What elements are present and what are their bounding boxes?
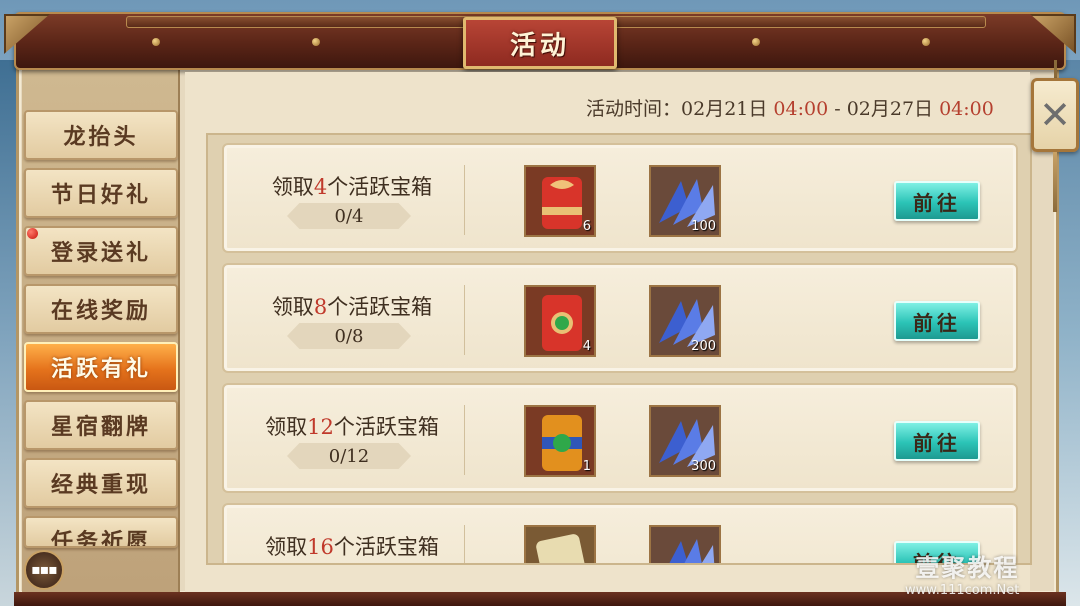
reward-item[interactable]: 200 <box>649 285 721 357</box>
sidebar-item-label: 在线奖励 <box>50 298 151 324</box>
reward-row: 领取8个活跃宝箱 0/8 4 200 前往 <box>222 263 1018 373</box>
bolt-icon <box>922 38 930 46</box>
row-divider <box>464 405 465 475</box>
task-suffix: 个活跃宝箱 <box>333 415 439 439</box>
row-divider <box>464 525 465 563</box>
item-count: 200 <box>691 339 716 354</box>
sidebar-item-label: 经典重现 <box>50 472 151 498</box>
task-suffix: 个活跃宝箱 <box>327 175 433 199</box>
item-count: 100 <box>691 219 716 234</box>
watermark-url: www.111com.Net <box>905 583 1020 598</box>
event-start-date: 02月21日 <box>681 98 768 120</box>
sidebar-item-jieri[interactable]: 节日好礼 <box>24 168 178 218</box>
blue-feather-icon <box>651 527 719 563</box>
reward-item[interactable]: 1 <box>524 405 596 477</box>
item-count: 4 <box>582 339 591 354</box>
reward-item[interactable]: 300 <box>649 405 721 477</box>
task-prefix: 领取 <box>271 295 314 319</box>
reward-task-text: 领取12个活跃宝箱 <box>234 411 470 441</box>
sidebar-item-label: 活跃有礼 <box>50 356 151 382</box>
chat-button[interactable]: ▪▪▪ <box>24 550 64 590</box>
reward-item[interactable]: 6 <box>524 165 596 237</box>
bolt-icon <box>312 38 320 46</box>
sidebar-item-zaixian[interactable]: 在线奖励 <box>24 284 178 334</box>
task-prefix: 领取 <box>265 535 308 559</box>
reward-row: 领取16个活跃宝箱 前往 <box>222 503 1018 563</box>
event-start-time: 04:00 <box>773 98 829 120</box>
reward-list[interactable]: 领取4个活跃宝箱 0/4 6 100 前往 领取8个活跃宝箱 0/8 4 200… <box>206 133 1032 565</box>
event-time-separator: - <box>828 98 847 120</box>
chat-bubble-icon: ▪▪▪ <box>31 562 57 578</box>
title-plaque: 活动 <box>463 17 617 69</box>
task-number: 8 <box>313 295 328 319</box>
reward-item[interactable]: 100 <box>649 165 721 237</box>
event-end-date: 02月27日 <box>846 98 934 120</box>
paper-scroll-icon <box>526 527 594 563</box>
sidebar-item-longtaitou[interactable]: 龙抬头 <box>24 110 178 160</box>
item-count: 300 <box>691 459 716 474</box>
sidebar-item-denglu[interactable]: 登录送礼 <box>24 226 178 276</box>
sidebar-item-label: 任务祈愿 <box>50 529 151 548</box>
go-button-label: 前往 <box>913 430 961 455</box>
task-number: 16 <box>307 535 334 559</box>
reward-task-text: 领取8个活跃宝箱 <box>234 291 470 321</box>
reward-row: 领取4个活跃宝箱 0/4 6 100 前往 <box>222 143 1018 253</box>
go-button[interactable]: 前往 <box>894 301 980 341</box>
event-end-time: 04:00 <box>939 98 994 120</box>
sidebar-item-label: 节日好礼 <box>50 182 151 208</box>
reward-item[interactable]: 4 <box>524 285 596 357</box>
sidebar-item-label: 星宿翻牌 <box>50 414 151 440</box>
item-count: 1 <box>582 459 591 474</box>
sidebar-item-renwu[interactable]: 任务祈愿 <box>24 516 178 548</box>
go-button[interactable]: 前往 <box>894 181 980 221</box>
row-divider <box>464 165 465 235</box>
go-button[interactable]: 前往 <box>894 421 980 461</box>
go-button-label: 前往 <box>913 190 961 215</box>
watermark-title: 壹聚教程 <box>915 554 1020 582</box>
reward-task-text: 领取16个活跃宝箱 <box>234 531 470 561</box>
lantern-tassel <box>1053 152 1057 212</box>
row-divider <box>464 285 465 355</box>
bolt-icon <box>752 38 760 46</box>
event-time-label: 活动时间： <box>586 98 682 120</box>
bolt-icon <box>152 38 160 46</box>
task-prefix: 领取 <box>271 175 314 199</box>
reward-row: 领取12个活跃宝箱 0/12 1 300 前往 <box>222 383 1018 493</box>
reward-item[interactable] <box>649 525 721 563</box>
sidebar-item-huoyue[interactable]: 活跃有礼 <box>24 342 178 392</box>
progress-counter: 0/12 <box>287 443 411 469</box>
progress-counter: 0/8 <box>287 323 411 349</box>
close-button[interactable]: ✕ <box>1031 78 1079 152</box>
notification-dot-icon <box>27 228 38 239</box>
task-prefix: 领取 <box>265 415 308 439</box>
item-count: 6 <box>582 219 591 234</box>
task-suffix: 个活跃宝箱 <box>327 295 433 319</box>
watermark: 壹聚教程 www.111com.Net <box>905 548 1019 598</box>
reward-task-text: 领取4个活跃宝箱 <box>234 171 470 201</box>
task-suffix: 个活跃宝箱 <box>333 535 439 559</box>
progress-counter: 0/4 <box>287 203 411 229</box>
close-icon: ✕ <box>1039 93 1071 137</box>
reward-item[interactable] <box>524 525 596 563</box>
sidebar-item-jingdian[interactable]: 经典重现 <box>24 458 178 508</box>
sidebar-item-label: 龙抬头 <box>63 124 139 150</box>
sidebar-item-xingxiu[interactable]: 星宿翻牌 <box>24 400 178 450</box>
sidebar-item-label: 登录送礼 <box>50 240 151 266</box>
task-number: 12 <box>307 415 334 439</box>
event-time: 活动时间：02月21日 04:00 - 02月27日 04:00 <box>586 94 994 121</box>
page-title: 活动 <box>509 30 570 61</box>
task-number: 4 <box>313 175 328 199</box>
go-button-label: 前往 <box>913 310 961 335</box>
